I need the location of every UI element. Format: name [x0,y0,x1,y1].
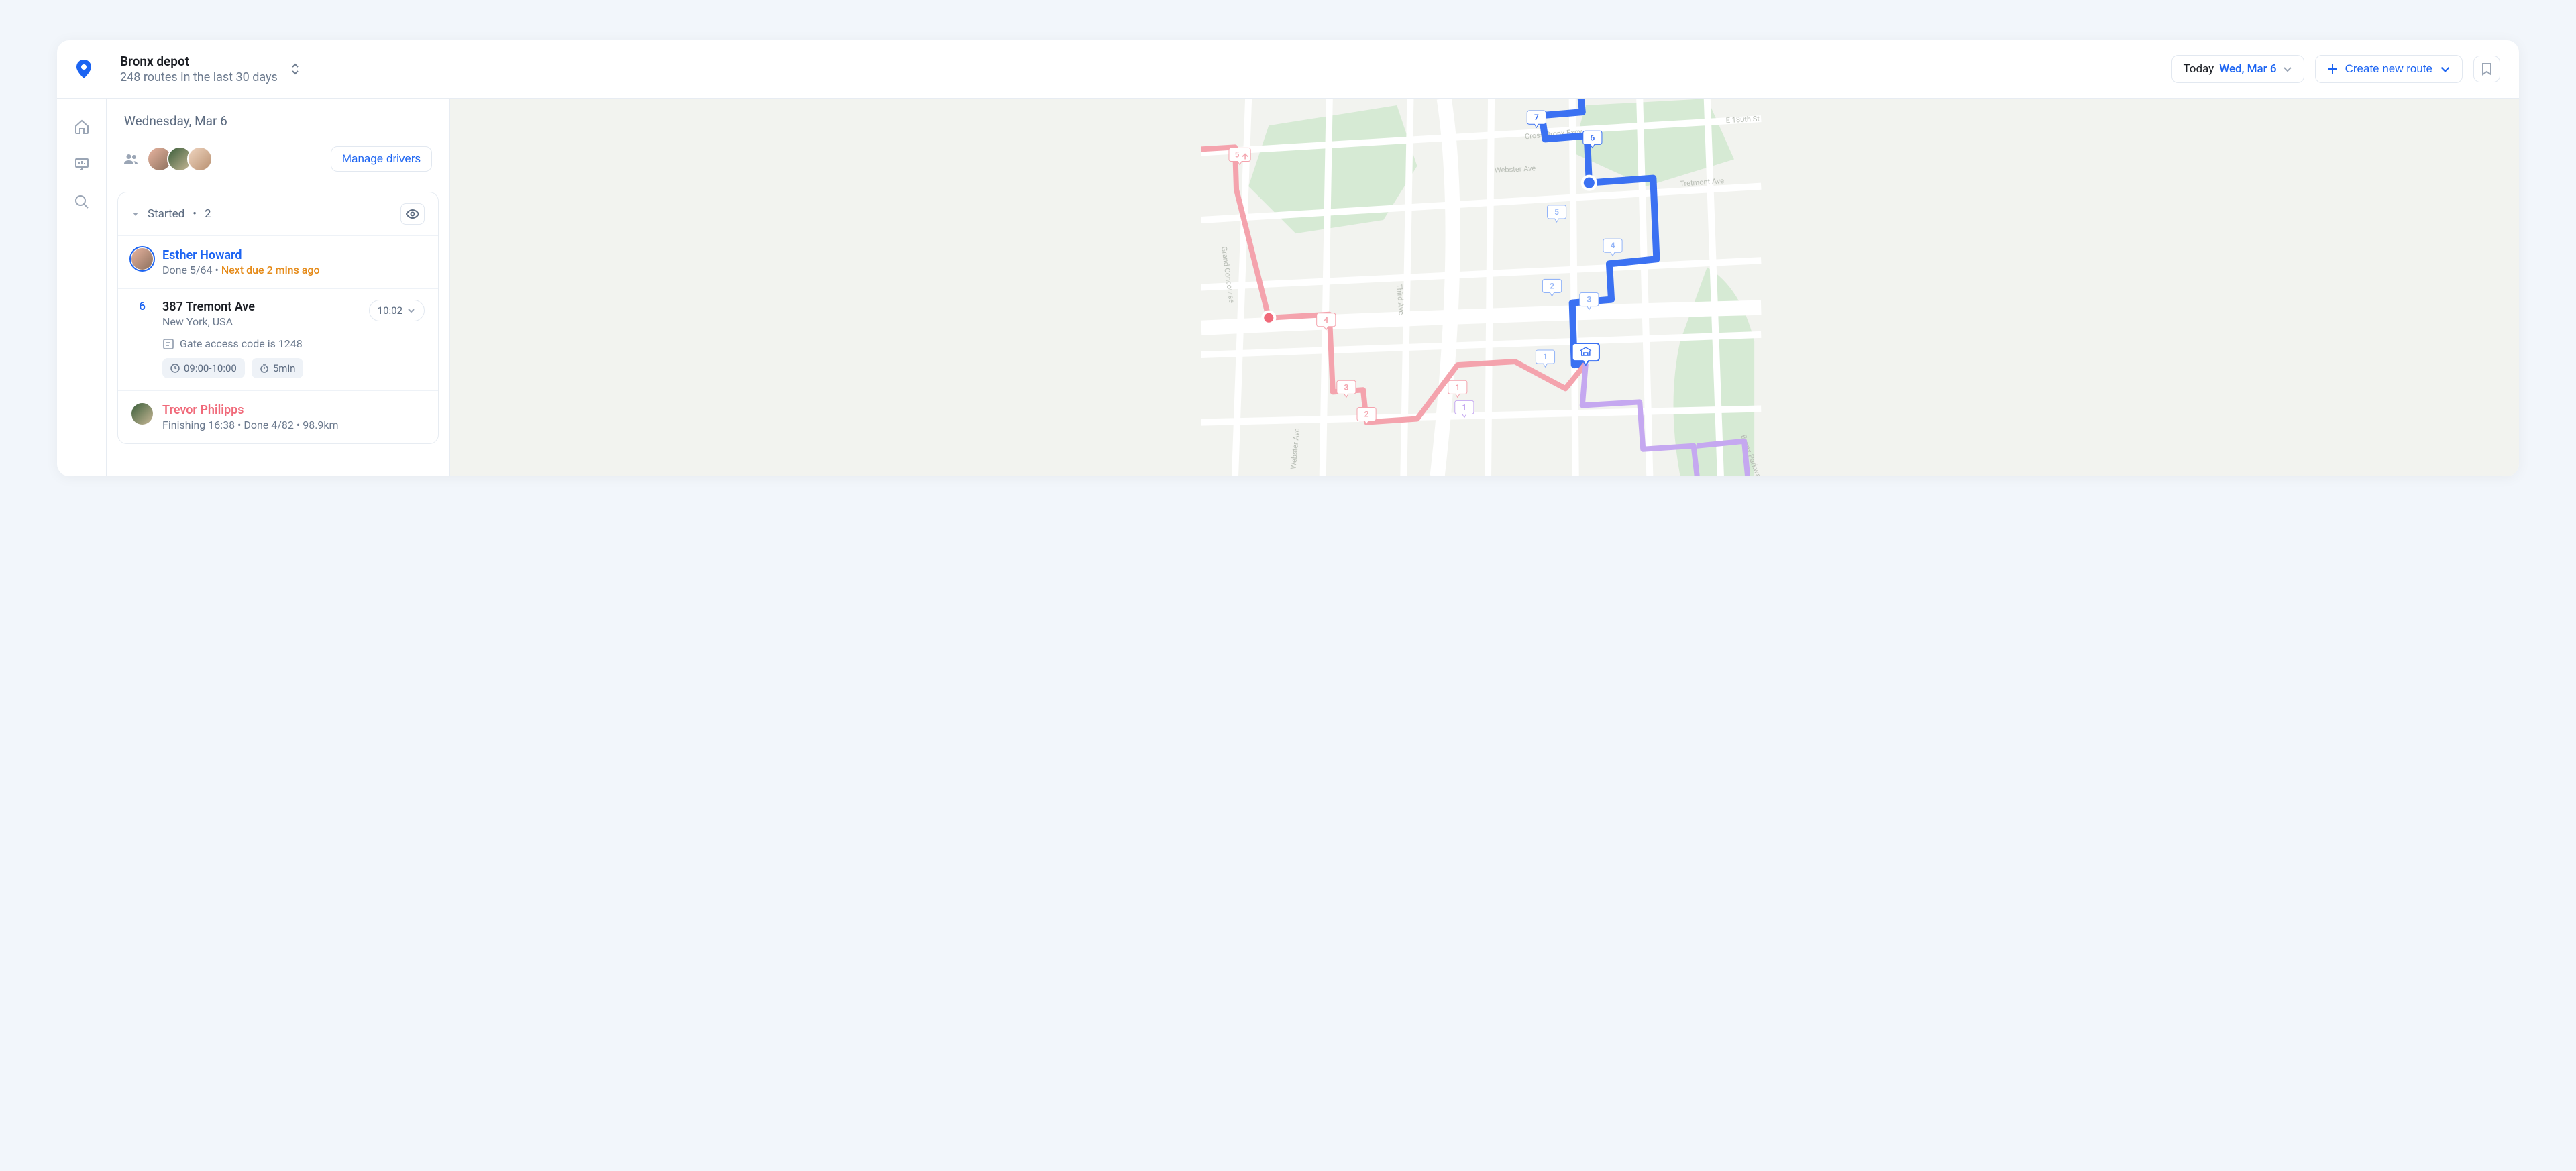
svg-text:6: 6 [1590,133,1595,142]
depot-subtitle: 248 routes in the last 30 days [120,70,278,85]
driver-progress: Done 5/64 [162,264,213,276]
date-value: Wed, Mar 6 [2219,62,2276,76]
plus-icon [2326,63,2339,75]
eye-icon [406,209,419,219]
time-window-tag: 09:00-10:00 [162,358,245,378]
driver-stats: Finishing 16:38 • Done 4/82 • 98.9km [162,419,425,431]
location-pin-icon [76,60,92,78]
sep: • [215,264,221,276]
chevron-down-icon [2282,64,2293,74]
panel-date-header: Wednesday, Mar 6 [124,113,432,129]
group-label: Started [148,207,184,221]
group-count: 2 [205,207,211,221]
stop-city: New York, USA [162,315,360,328]
search-icon[interactable] [74,194,90,210]
duration-tag: 5min [252,358,304,378]
driver-avatars [147,146,213,172]
date-selector[interactable]: Today Wed, Mar 6 [2171,55,2304,83]
map-view[interactable]: Webster Ave Third Ave Cross Bronx Expy T… [450,99,2519,476]
svg-text:5: 5 [1554,207,1559,217]
stop-address: 387 Tremont Ave [162,300,360,314]
driver-item[interactable]: Esther Howard Done 5/64 • Next due 2 min… [118,236,438,289]
svg-text:1: 1 [1455,382,1460,392]
svg-text:1: 1 [1462,402,1466,412]
stopwatch-icon [260,364,269,373]
people-icon [124,154,139,164]
svg-text:1: 1 [1543,352,1548,361]
create-route-label: Create new route [2345,62,2432,76]
driver-position-marker [1263,312,1275,324]
svg-text:5: 5 [1235,150,1240,159]
collapse-icon[interactable] [131,210,140,218]
chevron-down-icon [2439,63,2451,75]
svg-text:2: 2 [1364,410,1369,419]
svg-text:4: 4 [1324,315,1328,325]
svg-text:4: 4 [1611,241,1615,250]
note-icon [162,338,174,350]
depot-name: Bronx depot [120,54,278,69]
visibility-button[interactable] [400,203,425,225]
avatar [187,146,213,172]
avatar [131,403,153,425]
eta-value: 10:02 [378,304,402,317]
clock-icon [170,364,180,373]
sort-icon [290,62,301,76]
manage-drivers-button[interactable]: Manage drivers [331,146,432,172]
svg-text:3: 3 [1344,382,1348,392]
driver-name: Esther Howard [162,248,425,262]
bookmark-button[interactable] [2473,56,2500,82]
home-icon[interactable] [74,119,90,135]
eta-selector[interactable]: 10:02 [369,300,425,321]
avatar [131,248,153,270]
svg-text:E 180th St: E 180th St [1725,115,1760,125]
presentation-icon[interactable] [74,156,90,172]
create-route-button[interactable]: Create new route [2315,55,2463,83]
svg-text:7: 7 [1534,113,1539,122]
stop-number: 6 [131,300,153,313]
date-prefix: Today [2183,62,2214,76]
stop-item[interactable]: 6 387 Tremont Ave New York, USA Gate acc… [118,289,438,391]
stop-note: Gate access code is 1248 [180,337,303,350]
svg-text:2: 2 [1550,282,1554,291]
bookmark-icon [2481,62,2493,76]
svg-text:3: 3 [1587,295,1591,304]
map-canvas: Webster Ave Third Ave Cross Bronx Expy T… [450,99,2519,476]
driver-warning: Next due 2 mins ago [221,264,320,276]
depot-selector[interactable]: Bronx depot 248 routes in the last 30 da… [120,54,2171,85]
current-position-marker [1582,176,1596,190]
driver-item[interactable]: Trevor Philipps Finishing 16:38 • Done 4… [118,391,438,443]
group-sep: • [193,207,197,221]
chevron-down-icon [407,306,416,315]
driver-name: Trevor Philipps [162,403,425,417]
